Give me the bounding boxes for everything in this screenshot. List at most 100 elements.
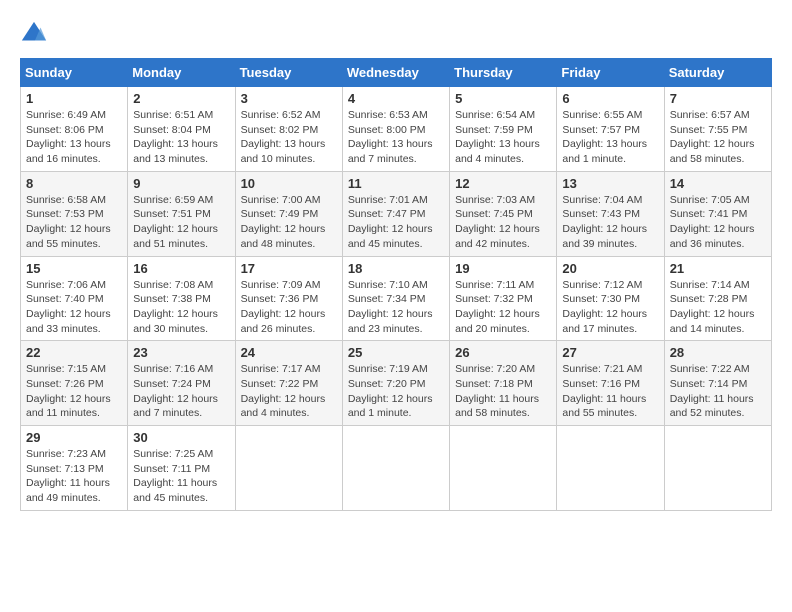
- calendar-cell: 28Sunrise: 7:22 AM Sunset: 7:14 PM Dayli…: [664, 341, 771, 426]
- calendar-cell: 30 Sunrise: 7:25 AM Sunset: 7:11 PM Dayli…: [128, 426, 235, 511]
- calendar-table: SundayMondayTuesdayWednesdayThursdayFrid…: [20, 58, 772, 511]
- calendar-cell: 17Sunrise: 7:09 AM Sunset: 7:36 PM Dayli…: [235, 256, 342, 341]
- day-number: 16: [133, 261, 229, 276]
- day-number: 20: [562, 261, 658, 276]
- day-number: 1: [26, 91, 122, 106]
- day-detail: Sunrise: 7:14 AM Sunset: 7:28 PM Dayligh…: [670, 278, 766, 337]
- calendar-week-5: 29Sunrise: 7:23 AM Sunset: 7:13 PM Dayli…: [21, 426, 772, 511]
- calendar-cell: 19Sunrise: 7:11 AM Sunset: 7:32 PM Dayli…: [450, 256, 557, 341]
- calendar-cell: 9 Sunrise: 6:59 AM Sunset: 7:51 PM Daylig…: [128, 171, 235, 256]
- weekday-header-friday: Friday: [557, 59, 664, 87]
- page-header: [20, 20, 772, 48]
- day-detail: Sunrise: 7:16 AM Sunset: 7:24 PM Dayligh…: [133, 362, 229, 421]
- logo-icon: [20, 20, 48, 48]
- weekday-header-monday: Monday: [128, 59, 235, 87]
- day-detail: Sunrise: 7:05 AM Sunset: 7:41 PM Dayligh…: [670, 193, 766, 252]
- day-detail: Sunrise: 7:12 AM Sunset: 7:30 PM Dayligh…: [562, 278, 658, 337]
- day-detail: Sunrise: 7:00 AM Sunset: 7:49 PM Dayligh…: [241, 193, 337, 252]
- calendar-cell: 4 Sunrise: 6:53 AM Sunset: 8:00 PM Daylig…: [342, 87, 449, 172]
- calendar-cell: [664, 426, 771, 511]
- weekday-header-wednesday: Wednesday: [342, 59, 449, 87]
- weekday-header-thursday: Thursday: [450, 59, 557, 87]
- day-number: 25: [348, 345, 444, 360]
- day-number: 30: [133, 430, 229, 445]
- calendar-cell: 13 Sunrise: 7:04 AM Sunset: 7:43 PM Dayli…: [557, 171, 664, 256]
- day-number: 7: [670, 91, 766, 106]
- calendar-cell: 18 Sunrise: 7:10 AM Sunset: 7:34 PM Dayli…: [342, 256, 449, 341]
- day-detail: Sunrise: 7:01 AM Sunset: 7:47 PM Dayligh…: [348, 193, 444, 252]
- day-detail: Sunrise: 6:55 AM Sunset: 7:57 PM Dayligh…: [562, 108, 658, 167]
- day-number: 17: [241, 261, 337, 276]
- calendar-week-4: 22 Sunrise: 7:15 AM Sunset: 7:26 PM Dayli…: [21, 341, 772, 426]
- day-detail: Sunrise: 6:49 AM Sunset: 8:06 PM Dayligh…: [26, 108, 122, 167]
- weekday-header-sunday: Sunday: [21, 59, 128, 87]
- calendar-cell: 3 Sunrise: 6:52 AM Sunset: 8:02 PM Daylig…: [235, 87, 342, 172]
- calendar-week-1: 1 Sunrise: 6:49 AM Sunset: 8:06 PM Daylig…: [21, 87, 772, 172]
- day-number: 15: [26, 261, 122, 276]
- calendar-cell: 2 Sunrise: 6:51 AM Sunset: 8:04 PM Daylig…: [128, 87, 235, 172]
- day-number: 3: [241, 91, 337, 106]
- day-detail: Sunrise: 7:10 AM Sunset: 7:34 PM Dayligh…: [348, 278, 444, 337]
- day-number: 9: [133, 176, 229, 191]
- day-detail: Sunrise: 6:53 AM Sunset: 8:00 PM Dayligh…: [348, 108, 444, 167]
- calendar-cell: 6Sunrise: 6:55 AM Sunset: 7:57 PM Daylig…: [557, 87, 664, 172]
- logo: [20, 20, 52, 48]
- calendar-cell: 24 Sunrise: 7:17 AM Sunset: 7:22 PM Dayli…: [235, 341, 342, 426]
- calendar-cell: 25 Sunrise: 7:19 AM Sunset: 7:20 PM Dayli…: [342, 341, 449, 426]
- day-number: 4: [348, 91, 444, 106]
- calendar-cell: [342, 426, 449, 511]
- calendar-cell: [450, 426, 557, 511]
- calendar-cell: 29Sunrise: 7:23 AM Sunset: 7:13 PM Dayli…: [21, 426, 128, 511]
- day-number: 13: [562, 176, 658, 191]
- weekday-header-saturday: Saturday: [664, 59, 771, 87]
- day-number: 10: [241, 176, 337, 191]
- calendar-cell: [557, 426, 664, 511]
- day-detail: Sunrise: 7:11 AM Sunset: 7:32 PM Dayligh…: [455, 278, 551, 337]
- day-detail: Sunrise: 7:20 AM Sunset: 7:18 PM Dayligh…: [455, 362, 551, 421]
- calendar-cell: 11 Sunrise: 7:01 AM Sunset: 7:47 PM Dayli…: [342, 171, 449, 256]
- day-number: 29: [26, 430, 122, 445]
- calendar-cell: 20 Sunrise: 7:12 AM Sunset: 7:30 PM Dayli…: [557, 256, 664, 341]
- calendar-cell: 8 Sunrise: 6:58 AM Sunset: 7:53 PM Daylig…: [21, 171, 128, 256]
- calendar-cell: 27Sunrise: 7:21 AM Sunset: 7:16 PM Dayli…: [557, 341, 664, 426]
- day-detail: Sunrise: 7:19 AM Sunset: 7:20 PM Dayligh…: [348, 362, 444, 421]
- calendar-week-3: 15 Sunrise: 7:06 AM Sunset: 7:40 PM Dayli…: [21, 256, 772, 341]
- day-detail: Sunrise: 7:17 AM Sunset: 7:22 PM Dayligh…: [241, 362, 337, 421]
- day-number: 2: [133, 91, 229, 106]
- day-number: 5: [455, 91, 551, 106]
- calendar-cell: 16 Sunrise: 7:08 AM Sunset: 7:38 PM Dayli…: [128, 256, 235, 341]
- day-detail: Sunrise: 6:51 AM Sunset: 8:04 PM Dayligh…: [133, 108, 229, 167]
- day-number: 18: [348, 261, 444, 276]
- day-detail: Sunrise: 7:21 AM Sunset: 7:16 PM Dayligh…: [562, 362, 658, 421]
- day-detail: Sunrise: 6:58 AM Sunset: 7:53 PM Dayligh…: [26, 193, 122, 252]
- day-number: 26: [455, 345, 551, 360]
- day-detail: Sunrise: 7:06 AM Sunset: 7:40 PM Dayligh…: [26, 278, 122, 337]
- day-number: 24: [241, 345, 337, 360]
- calendar-cell: 12Sunrise: 7:03 AM Sunset: 7:45 PM Dayli…: [450, 171, 557, 256]
- calendar-week-2: 8 Sunrise: 6:58 AM Sunset: 7:53 PM Daylig…: [21, 171, 772, 256]
- calendar-cell: [235, 426, 342, 511]
- day-detail: Sunrise: 7:22 AM Sunset: 7:14 PM Dayligh…: [670, 362, 766, 421]
- calendar-cell: 15 Sunrise: 7:06 AM Sunset: 7:40 PM Dayli…: [21, 256, 128, 341]
- day-detail: Sunrise: 6:52 AM Sunset: 8:02 PM Dayligh…: [241, 108, 337, 167]
- calendar-cell: 10 Sunrise: 7:00 AM Sunset: 7:49 PM Dayli…: [235, 171, 342, 256]
- day-detail: Sunrise: 6:57 AM Sunset: 7:55 PM Dayligh…: [670, 108, 766, 167]
- day-number: 22: [26, 345, 122, 360]
- day-number: 21: [670, 261, 766, 276]
- calendar-cell: 7 Sunrise: 6:57 AM Sunset: 7:55 PM Daylig…: [664, 87, 771, 172]
- day-detail: Sunrise: 6:59 AM Sunset: 7:51 PM Dayligh…: [133, 193, 229, 252]
- day-detail: Sunrise: 7:25 AM Sunset: 7:11 PM Dayligh…: [133, 447, 229, 506]
- calendar-cell: 5Sunrise: 6:54 AM Sunset: 7:59 PM Daylig…: [450, 87, 557, 172]
- day-number: 11: [348, 176, 444, 191]
- weekday-header-tuesday: Tuesday: [235, 59, 342, 87]
- day-number: 14: [670, 176, 766, 191]
- day-number: 8: [26, 176, 122, 191]
- day-detail: Sunrise: 7:04 AM Sunset: 7:43 PM Dayligh…: [562, 193, 658, 252]
- day-number: 12: [455, 176, 551, 191]
- day-detail: Sunrise: 7:15 AM Sunset: 7:26 PM Dayligh…: [26, 362, 122, 421]
- day-detail: Sunrise: 7:08 AM Sunset: 7:38 PM Dayligh…: [133, 278, 229, 337]
- calendar-cell: 23Sunrise: 7:16 AM Sunset: 7:24 PM Dayli…: [128, 341, 235, 426]
- calendar-cell: 1 Sunrise: 6:49 AM Sunset: 8:06 PM Daylig…: [21, 87, 128, 172]
- calendar-cell: 22 Sunrise: 7:15 AM Sunset: 7:26 PM Dayli…: [21, 341, 128, 426]
- calendar-cell: 26 Sunrise: 7:20 AM Sunset: 7:18 PM Dayli…: [450, 341, 557, 426]
